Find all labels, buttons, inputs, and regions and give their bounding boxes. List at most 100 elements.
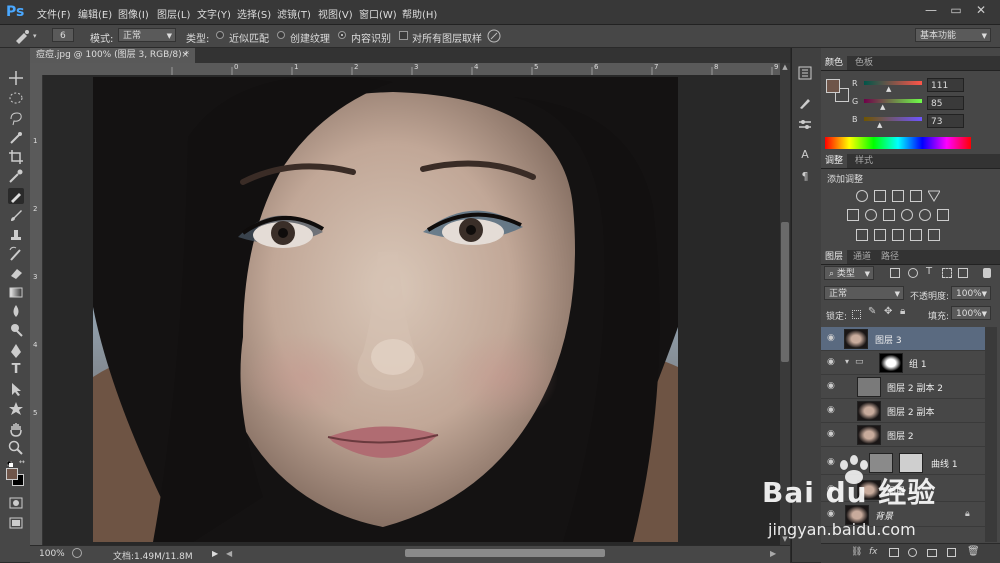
opacity-input[interactable]: 100% ▼	[951, 286, 991, 300]
fx-icon[interactable]: fx	[869, 547, 878, 557]
paragraph-panel-icon[interactable]: ¶	[798, 170, 812, 184]
tab-adjustments[interactable]: 调整	[821, 154, 848, 168]
quick-select-tool-icon[interactable]	[8, 130, 24, 146]
invert-icon[interactable]	[856, 229, 868, 241]
document-image[interactable]	[93, 77, 678, 542]
crop-tool-icon[interactable]	[8, 149, 24, 165]
sample-all-layers-checkbox[interactable]	[399, 31, 408, 40]
workspace-select[interactable]: 基本功能 ▼	[915, 28, 991, 42]
tab-styles[interactable]: 样式	[851, 154, 877, 168]
menu-window[interactable]: 窗口(W)	[359, 6, 397, 21]
blur-tool-icon[interactable]	[8, 303, 24, 319]
slider-r[interactable]	[864, 81, 922, 85]
pen-tool-icon[interactable]	[8, 343, 24, 359]
tool-presets-icon[interactable]	[798, 118, 812, 132]
lock-transparent-icon[interactable]	[852, 310, 861, 319]
zoom-tool-icon[interactable]	[8, 440, 24, 456]
vibrance-icon[interactable]	[927, 190, 941, 202]
tab-layers[interactable]: 图层	[821, 250, 848, 264]
eye-icon[interactable]: ◉	[827, 429, 837, 439]
gradient-map-icon[interactable]	[928, 229, 940, 241]
document-tab[interactable]: 痘痘.jpg @ 100% (图层 3, RGB/8) * ×	[30, 48, 195, 63]
restore-button[interactable]: ▭	[945, 2, 967, 18]
layer-row[interactable]: ◉ 图层 3	[821, 327, 985, 351]
trash-icon[interactable]: 🗑︎	[967, 546, 980, 557]
close-button[interactable]: ✕	[970, 2, 992, 18]
color-balance-icon[interactable]	[865, 209, 877, 221]
marquee-tool-icon[interactable]	[8, 90, 24, 106]
expand-group-icon[interactable]: ▾	[845, 357, 849, 366]
menu-help[interactable]: 帮助(H)	[402, 6, 437, 21]
layer-row[interactable]: ◉ 图层 2	[821, 423, 985, 447]
lock-all-icon[interactable]: 🔒︎	[900, 306, 905, 317]
close-tab-icon[interactable]: ×	[181, 48, 189, 63]
default-colors-icon[interactable]	[6, 459, 13, 467]
brightness-contrast-icon[interactable]	[856, 190, 868, 202]
filter-pixel-icon[interactable]	[890, 268, 900, 278]
pressure-icon[interactable]	[487, 29, 501, 43]
filter-adjustment-icon[interactable]	[908, 268, 918, 278]
path-selection-tool-icon[interactable]	[8, 381, 24, 397]
blend-mode-select[interactable]: 正常 ▼	[824, 286, 904, 300]
input-r[interactable]: 111	[927, 78, 964, 92]
lasso-tool-icon[interactable]	[8, 110, 24, 126]
slider-g[interactable]	[864, 99, 922, 103]
mode-select[interactable]: 正常 ▼	[118, 28, 176, 42]
new-layer-icon[interactable]	[947, 548, 956, 557]
eye-icon[interactable]: ◉	[827, 381, 837, 391]
input-g[interactable]: 85	[927, 96, 964, 110]
adjustment-icon[interactable]	[908, 548, 917, 557]
scroll-up-icon[interactable]: ▲	[781, 63, 789, 71]
layer-row[interactable]: ◉ 图层 2 副本	[821, 399, 985, 423]
radio-proximity-match[interactable]	[216, 31, 224, 39]
menu-type[interactable]: 文字(Y)	[197, 6, 231, 21]
tab-swatches[interactable]: 色板	[851, 56, 877, 70]
zoom-level[interactable]: 100%	[39, 549, 65, 559]
black-white-icon[interactable]	[883, 209, 895, 221]
eyedropper-tool-icon[interactable]	[8, 168, 24, 184]
brush-size-picker[interactable]: 6	[52, 28, 74, 42]
hand-tool-icon[interactable]	[8, 421, 24, 437]
folder-icon[interactable]	[927, 549, 937, 557]
threshold-icon[interactable]	[892, 229, 904, 241]
tab-color[interactable]: 颜色	[821, 56, 848, 70]
menu-file[interactable]: 文件(F)	[37, 6, 71, 21]
brush-panel-icon[interactable]	[798, 96, 812, 110]
posterize-icon[interactable]	[874, 229, 886, 241]
swap-colors-icon[interactable]: ↔	[19, 459, 25, 466]
input-b[interactable]: 73	[927, 114, 964, 128]
link-icon[interactable]: ⛓	[851, 547, 862, 557]
menu-image[interactable]: 图像(I)	[118, 6, 149, 21]
healing-brush-tool-icon[interactable]	[8, 188, 24, 204]
eraser-tool-icon[interactable]	[8, 265, 24, 281]
history-panel-icon[interactable]	[798, 66, 812, 80]
selective-color-icon[interactable]	[910, 229, 922, 241]
layers-scrollbar[interactable]	[985, 327, 997, 542]
lock-image-icon[interactable]: ✎	[868, 306, 876, 317]
layer-name[interactable]: 图层 3	[875, 333, 902, 346]
minimize-button[interactable]: —	[920, 2, 942, 18]
dodge-tool-icon[interactable]	[8, 322, 24, 338]
eye-icon[interactable]: ◉	[827, 357, 837, 367]
filter-smart-object-icon[interactable]	[958, 268, 968, 278]
slider-g-thumb-icon[interactable]: ▲	[880, 103, 885, 111]
layer-name[interactable]: 图层 2 副本 2	[887, 381, 943, 394]
tool-preset-arrow-icon[interactable]: ▾	[33, 32, 37, 40]
vertical-scroll-thumb[interactable]	[781, 222, 789, 362]
spot-healing-brush-icon[interactable]	[12, 28, 32, 44]
levels-icon[interactable]	[874, 190, 886, 202]
slider-r-thumb-icon[interactable]: ▲	[886, 85, 891, 93]
status-menu-arrow-icon[interactable]: ▶	[212, 549, 218, 558]
layer-name[interactable]: 组 1	[909, 357, 927, 370]
photo-filter-icon[interactable]	[901, 209, 913, 221]
history-brush-tool-icon[interactable]	[8, 246, 24, 262]
filter-shape-icon[interactable]	[942, 268, 952, 278]
menu-edit[interactable]: 编辑(E)	[78, 6, 112, 21]
menu-select[interactable]: 选择(S)	[237, 6, 271, 21]
color-lookup-icon[interactable]	[937, 209, 949, 221]
clone-stamp-tool-icon[interactable]	[8, 227, 24, 243]
channel-mixer-icon[interactable]	[919, 209, 931, 221]
menu-view[interactable]: 视图(V)	[318, 6, 353, 21]
layer-name[interactable]: 图层 2	[887, 429, 914, 442]
brush-tool-icon[interactable]	[8, 207, 24, 223]
